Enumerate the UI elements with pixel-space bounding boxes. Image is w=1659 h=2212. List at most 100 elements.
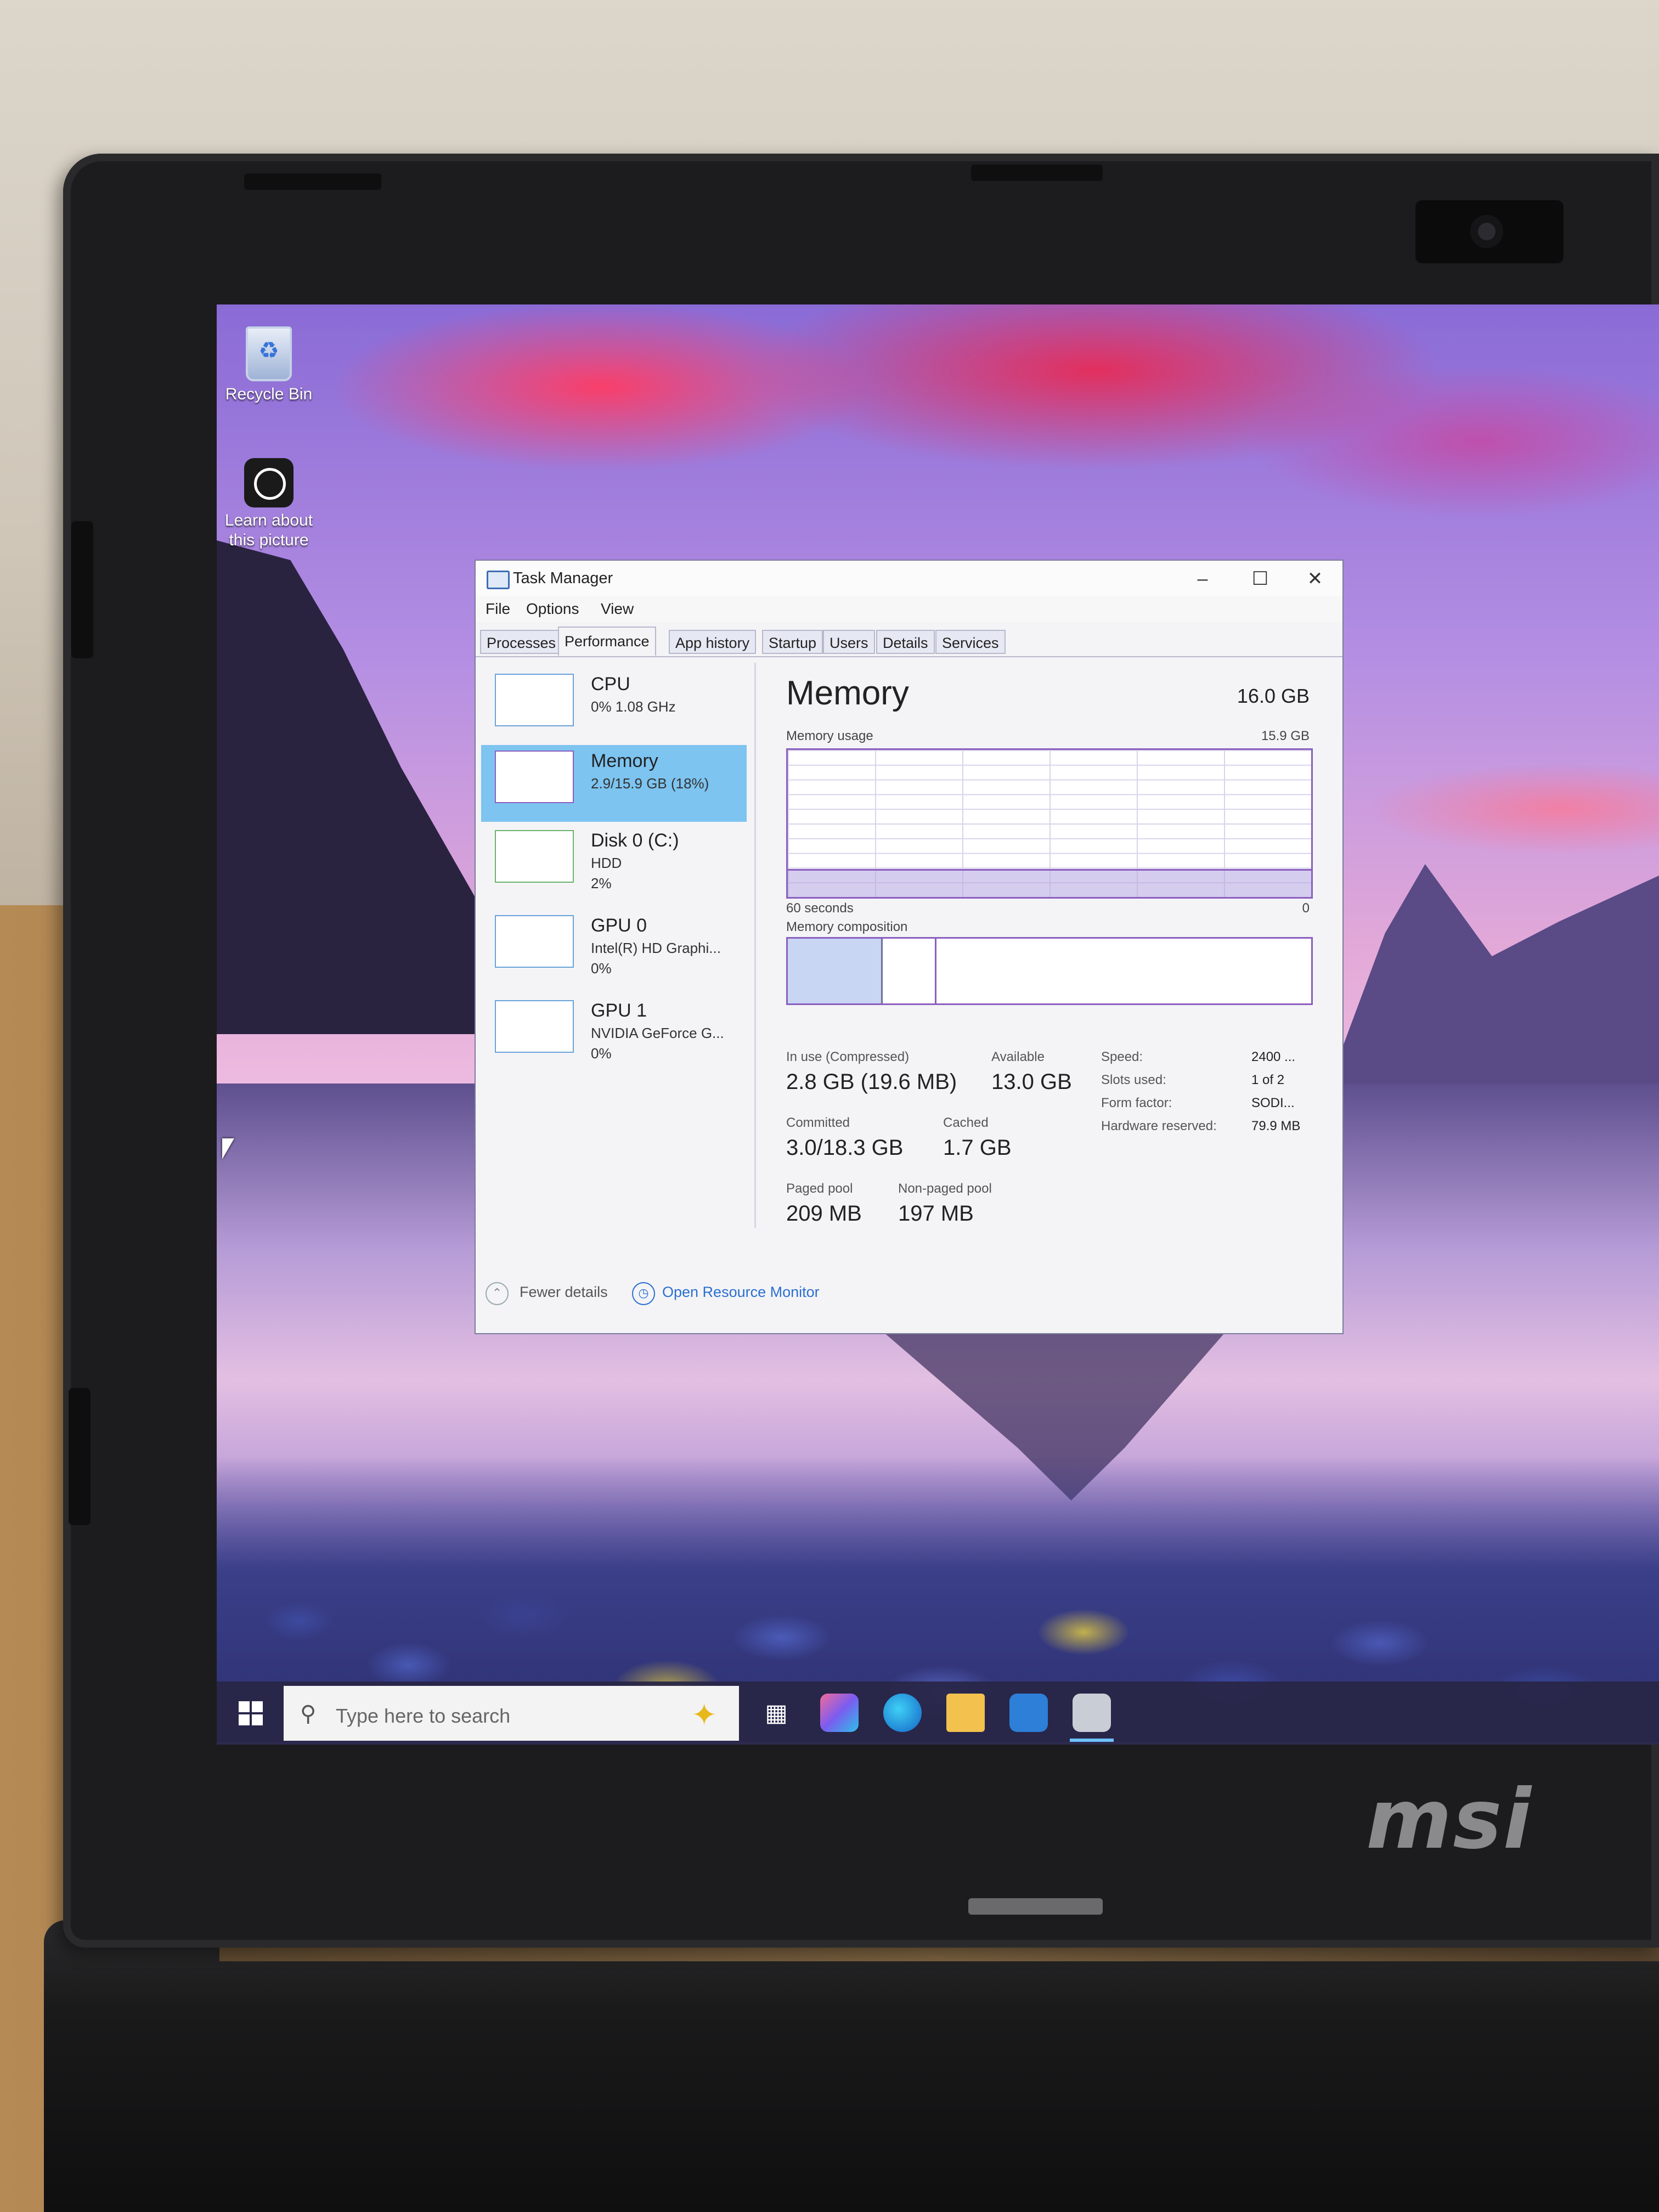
search-box[interactable]: ⚲ Type here to search ✦: [284, 1686, 739, 1741]
title-bar[interactable]: Task Manager – ☐ ✕: [476, 561, 1342, 596]
recycle-bin-icon: [246, 326, 292, 381]
memory-sparkline: [495, 751, 574, 803]
mouse-cursor-icon: [222, 1138, 234, 1159]
active-app-indicator: [1070, 1739, 1114, 1742]
sidebar-item-disk[interactable]: Disk 0 (C:) HDD 2%: [481, 825, 747, 901]
file-explorer-icon[interactable]: [946, 1694, 985, 1732]
sidebar-divider: [754, 663, 756, 1228]
task-manager-icon: [487, 571, 510, 589]
menu-file[interactable]: File: [486, 600, 510, 618]
available-value: 13.0 GB: [991, 1070, 1072, 1094]
paged-pool-value: 209 MB: [786, 1201, 862, 1226]
cpu-sparkline: [495, 674, 574, 726]
tab-startup[interactable]: Startup: [762, 630, 823, 654]
laptop-base: [44, 1920, 1659, 2212]
tab-details[interactable]: Details: [876, 630, 935, 654]
sidebar-item-gpu1[interactable]: GPU 1 NVIDIA GeForce G... 0%: [481, 995, 747, 1071]
non-paged-pool-value: 197 MB: [898, 1201, 974, 1226]
slots-used-value: 1 of 2: [1251, 1073, 1285, 1087]
sidebar-item-usage: 2%: [591, 875, 612, 891]
tab-services[interactable]: Services: [935, 630, 1006, 654]
sparkle-icon: ✦: [691, 1697, 717, 1732]
windows-logo-icon: [239, 1701, 250, 1712]
gpu0-sparkline: [495, 915, 574, 968]
memory-usage-label: Memory usage: [786, 729, 873, 743]
task-manager-window: Task Manager – ☐ ✕ File Options View Pro…: [475, 560, 1344, 1334]
committed-value: 3.0/18.3 GB: [786, 1136, 904, 1160]
memory-usage-fill: [788, 868, 1311, 897]
task-view-icon[interactable]: ▦: [757, 1694, 795, 1732]
desktop-icon-learn-about-picture[interactable]: Learn about this picture: [222, 458, 315, 550]
taskbar: ⚲ Type here to search ✦ ▦: [217, 1681, 1659, 1745]
sidebar-item-usage: 0%: [591, 960, 612, 977]
desktop-icon-label: Recycle Bin: [225, 385, 313, 403]
menu-view[interactable]: View: [601, 600, 634, 618]
memory-usage-graph: [786, 748, 1313, 899]
fewer-details-link[interactable]: Fewer details: [520, 1284, 608, 1301]
tab-app-history[interactable]: App history: [669, 630, 757, 654]
form-factor-label: Form factor:: [1101, 1096, 1172, 1110]
windows-logo-tile: [239, 1714, 250, 1725]
hinge-slot: [968, 1898, 1103, 1915]
performance-sidebar: CPU 0% 1.08 GHz Memory 2.9/15.9 GB (18%)…: [476, 657, 750, 1261]
edge-browser-icon[interactable]: [883, 1694, 922, 1732]
desktop-icon-label: Learn about this picture: [224, 511, 313, 549]
memory-composition-bar: [786, 937, 1313, 1005]
task-manager-taskbar-icon[interactable]: [1073, 1694, 1111, 1732]
disk-sparkline: [495, 830, 574, 883]
speed-label: Speed:: [1101, 1049, 1143, 1064]
graph-time-end: 0: [1302, 901, 1310, 916]
open-resource-monitor-link[interactable]: Open Resource Monitor: [662, 1284, 820, 1301]
sidebar-item-detail: HDD: [591, 855, 622, 871]
sidebar-item-memory[interactable]: Memory 2.9/15.9 GB (18%): [481, 745, 747, 822]
cached-value: 1.7 GB: [943, 1136, 1012, 1160]
tab-processes[interactable]: Processes: [480, 630, 563, 654]
outlook-icon[interactable]: [1009, 1694, 1048, 1732]
form-factor-value: SODI...: [1251, 1096, 1295, 1110]
speed-value: 2400 ...: [1251, 1049, 1296, 1064]
lid-bumper-left: [244, 173, 381, 190]
sidebar-item-name: CPU: [591, 674, 630, 695]
hardware-reserved-value: 79.9 MB: [1251, 1119, 1301, 1133]
memory-total: 16.0 GB: [1237, 685, 1310, 707]
in-use-value: 2.8 GB (19.6 MB): [786, 1070, 957, 1094]
copilot-icon[interactable]: [820, 1694, 859, 1732]
start-button[interactable]: [239, 1701, 263, 1725]
committed-label: Committed: [786, 1115, 850, 1130]
memory-composition-label: Memory composition: [786, 919, 908, 934]
close-button[interactable]: ✕: [1293, 565, 1337, 592]
sidebar-item-cpu[interactable]: CPU 0% 1.08 GHz: [481, 668, 747, 745]
search-placeholder: Type here to search: [336, 1705, 511, 1727]
wallpaper-mountain-right: [1325, 864, 1659, 1094]
resource-monitor-icon: ◷: [632, 1282, 655, 1305]
sidebar-item-gpu0[interactable]: GPU 0 Intel(R) HD Graphi... 0%: [481, 910, 747, 986]
sidebar-item-name: Memory: [591, 751, 658, 771]
screen: Recycle Bin Learn about this picture Tas…: [217, 304, 1659, 1745]
windows-logo-tile: [252, 1701, 263, 1712]
available-label: Available: [991, 1049, 1045, 1064]
in-use-label: In use (Compressed): [786, 1049, 910, 1064]
search-icon: ⚲: [300, 1702, 317, 1726]
window-title: Task Manager: [513, 569, 613, 587]
sidebar-item-detail: 2.9/15.9 GB (18%): [591, 775, 709, 792]
lid-side-bumper-top: [71, 521, 93, 658]
chevron-up-icon[interactable]: ⌃: [486, 1282, 509, 1305]
brand-logo: msi: [1366, 1772, 1532, 1867]
menu-options[interactable]: Options: [526, 600, 579, 618]
sidebar-item-name: GPU 0: [591, 915, 647, 936]
maximize-button[interactable]: ☐: [1238, 565, 1282, 592]
minimize-button[interactable]: –: [1181, 565, 1224, 592]
memory-usage-max: 15.9 GB: [1261, 729, 1310, 743]
panel-title: Memory: [786, 674, 909, 712]
graph-time-span: 60 seconds: [786, 901, 854, 916]
composition-modified: [881, 939, 936, 1003]
cached-label: Cached: [943, 1115, 989, 1130]
paged-pool-label: Paged pool: [786, 1181, 853, 1196]
lid-bumper-center: [971, 165, 1103, 181]
tab-users[interactable]: Users: [823, 630, 875, 654]
gpu1-sparkline: [495, 1000, 574, 1053]
desktop-icon-recycle-bin[interactable]: Recycle Bin: [222, 326, 315, 404]
webcam: [1470, 215, 1503, 248]
tab-performance[interactable]: Performance: [558, 627, 656, 656]
windows-logo-tile: [252, 1714, 263, 1725]
